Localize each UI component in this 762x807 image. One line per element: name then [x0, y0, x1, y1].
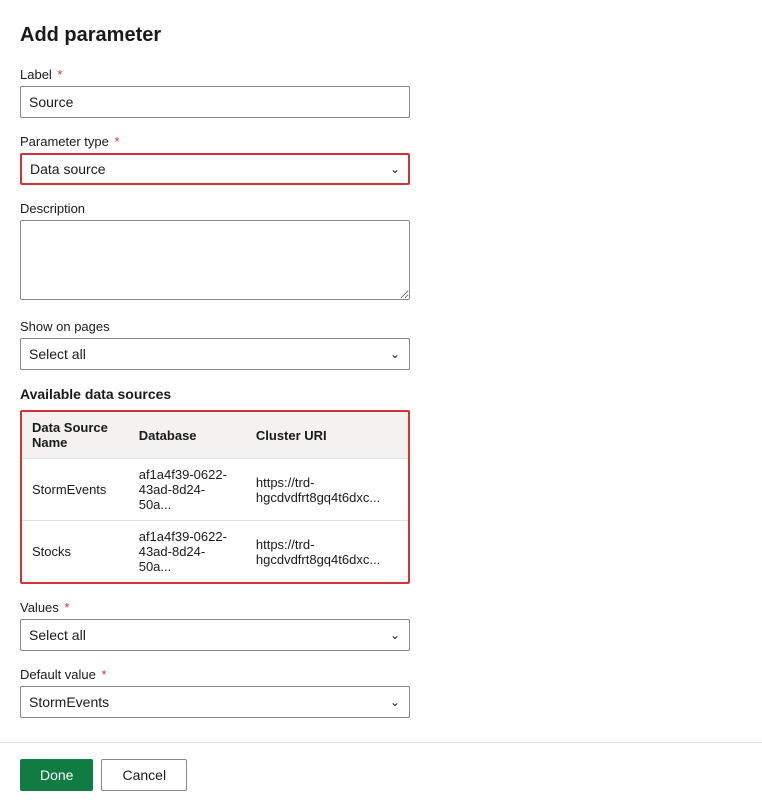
data-sources-table: Data Source Name Database Cluster URI St… — [22, 412, 408, 582]
label-field-group: Label * — [20, 67, 740, 118]
show-on-pages-label: Show on pages — [20, 319, 740, 334]
row-0-database: af1a4f39-0622-43ad-8d24-50a... — [129, 459, 246, 521]
parameter-type-label: Parameter type * — [20, 134, 740, 149]
label-input[interactable] — [20, 86, 410, 118]
row-0-name: StormEvents — [22, 459, 129, 521]
table-header-row: Data Source Name Database Cluster URI — [22, 412, 408, 459]
show-on-pages-wrapper: Select all ⌄ — [20, 338, 410, 370]
parameter-type-select[interactable]: Data source Text Number Boolean — [20, 153, 410, 185]
data-sources-table-container: Data Source Name Database Cluster URI St… — [20, 410, 410, 584]
col-header-database: Database — [129, 412, 246, 459]
default-value-wrapper: StormEvents Stocks ⌄ — [20, 686, 410, 718]
available-data-sources-section: Available data sources Data Source Name … — [20, 386, 740, 584]
default-value-select[interactable]: StormEvents Stocks — [20, 686, 410, 718]
description-label: Description — [20, 201, 740, 216]
col-header-cluster-uri: Cluster URI — [246, 412, 408, 459]
row-1-name: Stocks — [22, 521, 129, 583]
description-textarea[interactable] — [20, 220, 410, 300]
values-wrapper: Select all ⌄ — [20, 619, 410, 651]
values-required-marker: * — [61, 600, 70, 615]
show-on-pages-field-group: Show on pages Select all ⌄ — [20, 319, 740, 370]
table-row[interactable]: Stocks af1a4f39-0622-43ad-8d24-50a... ht… — [22, 521, 408, 583]
cancel-button[interactable]: Cancel — [101, 759, 187, 791]
label-required-marker: * — [54, 67, 63, 82]
table-row[interactable]: StormEvents af1a4f39-0622-43ad-8d24-50a.… — [22, 459, 408, 521]
page-title: Add parameter — [20, 24, 740, 47]
table-header: Data Source Name Database Cluster URI — [22, 412, 408, 459]
parameter-type-field-group: Parameter type * Data source Text Number… — [20, 134, 740, 185]
label-field-label: Label * — [20, 67, 740, 82]
description-field-group: Description — [20, 201, 740, 303]
footer-actions: Done Cancel — [0, 743, 762, 807]
show-on-pages-select[interactable]: Select all — [20, 338, 410, 370]
values-label: Values * — [20, 600, 740, 615]
col-header-name: Data Source Name — [22, 412, 129, 459]
row-1-database: af1a4f39-0622-43ad-8d24-50a... — [129, 521, 246, 583]
table-body: StormEvents af1a4f39-0622-43ad-8d24-50a.… — [22, 459, 408, 583]
parameter-type-required-marker: * — [111, 134, 120, 149]
values-field-group: Values * Select all ⌄ — [20, 600, 740, 651]
default-value-label: Default value * — [20, 667, 740, 682]
add-parameter-panel: Add parameter Label * Parameter type * D… — [0, 0, 760, 718]
values-select[interactable]: Select all — [20, 619, 410, 651]
parameter-type-wrapper: Data source Text Number Boolean ⌄ — [20, 153, 410, 185]
default-value-required-marker: * — [98, 667, 107, 682]
default-value-field-group: Default value * StormEvents Stocks ⌄ — [20, 667, 740, 718]
row-1-cluster-uri: https://trd-hgcdvdfrt8gq4t6dxc... — [246, 521, 408, 583]
done-button[interactable]: Done — [20, 759, 93, 791]
available-data-sources-title: Available data sources — [20, 386, 740, 402]
row-0-cluster-uri: https://trd-hgcdvdfrt8gq4t6dxc... — [246, 459, 408, 521]
